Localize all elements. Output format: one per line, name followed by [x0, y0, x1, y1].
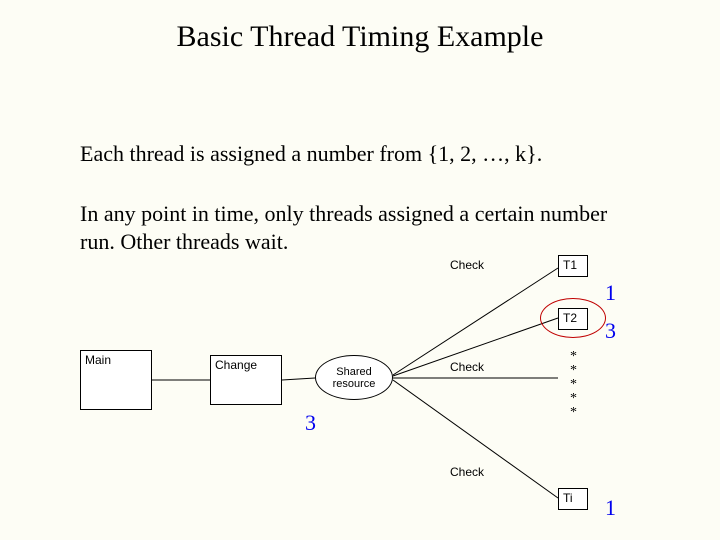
check-label-top: Check [450, 258, 484, 272]
thread-number-t2: 3 [605, 318, 616, 344]
thread-number-t1: 1 [605, 280, 616, 306]
thread-number-ti: 1 [605, 495, 616, 521]
slide: Basic Thread Timing Example Each thread … [0, 0, 720, 540]
paragraph-2: In any point in time, only threads assig… [80, 200, 640, 255]
shared-resource-ellipse: Shared resource [315, 355, 393, 400]
slide-title: Basic Thread Timing Example [0, 20, 720, 54]
t1-box: T1 [558, 255, 588, 277]
main-box: Main [80, 350, 152, 410]
ti-box: Ti [558, 488, 588, 510]
change-box: Change [210, 355, 282, 405]
t2-highlight-oval [540, 298, 606, 338]
vertical-dots: ***** [570, 350, 577, 420]
thread-number-shared: 3 [305, 410, 316, 436]
thread-diagram: Main Change Shared resource T1 T2 Ti Che… [80, 260, 640, 520]
check-label-bottom: Check [450, 465, 484, 479]
paragraph-1: Each thread is assigned a number from {1… [80, 140, 640, 168]
check-label-mid: Check [450, 360, 484, 374]
